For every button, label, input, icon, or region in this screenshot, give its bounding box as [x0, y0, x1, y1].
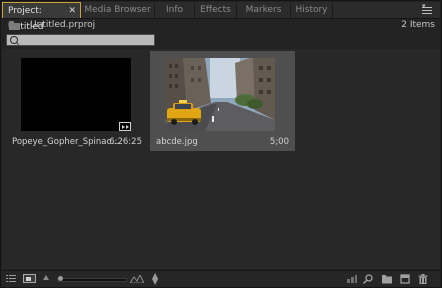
clear-icon[interactable]	[418, 274, 428, 284]
clip-name: abcde.jpg	[156, 137, 198, 147]
zoom-out-icon[interactable]	[43, 275, 49, 280]
clip-item[interactable]: Popeye_Gopher_Spinac... 6:26:25	[6, 51, 148, 151]
find-icon[interactable]	[363, 274, 373, 284]
clip-item-selected[interactable]: abcde.jpg 5;00	[150, 51, 295, 151]
tab-media-browser-label: Media Browser	[84, 5, 151, 15]
project-file-name: Untitled.prproj	[30, 20, 96, 30]
clip-thumbnail	[21, 58, 131, 131]
tab-info-label: Info	[165, 5, 184, 15]
clip-duration: 6:26:25	[109, 137, 142, 147]
list-view-icon[interactable]	[6, 274, 17, 284]
tab-history[interactable]: History	[291, 2, 333, 18]
new-bin-icon[interactable]	[382, 274, 392, 284]
close-icon[interactable]: ✕	[68, 3, 76, 19]
folder-icon	[9, 21, 20, 30]
clip-name: Popeye_Gopher_Spinac...	[12, 137, 120, 147]
item-count: 2 Items	[401, 20, 435, 30]
icon-view-icon[interactable]	[23, 274, 36, 283]
zoom-slider-knob[interactable]	[58, 276, 63, 281]
automate-to-sequence-icon[interactable]	[347, 274, 357, 284]
city-street-image	[165, 58, 275, 131]
project-items-area: Popeye_Gopher_Spinac... 6:26:25 abcde.jp…	[2, 49, 440, 269]
new-item-icon[interactable]	[400, 274, 410, 284]
clip-duration: 5;00	[269, 137, 289, 147]
zoom-in-icon[interactable]	[130, 275, 144, 283]
search-input[interactable]	[20, 35, 150, 45]
sort-icon[interactable]: ▲ ▼	[152, 272, 158, 286]
panel-menu-icon[interactable]: ▾	[420, 2, 434, 15]
project-panel: Project: Untitled ✕ Media Browser Info E…	[0, 0, 442, 288]
zoom-slider[interactable]	[57, 276, 127, 282]
tab-effects-label: Effects	[200, 5, 231, 15]
tab-info[interactable]: Info	[155, 2, 195, 18]
tab-effects[interactable]: Effects	[195, 2, 237, 18]
search-icon	[10, 36, 18, 44]
tab-markers[interactable]: Markers	[237, 2, 291, 18]
image-thumbnail	[165, 58, 275, 131]
tab-markers-label: Markers	[245, 5, 282, 15]
search-field[interactable]	[6, 34, 155, 46]
project-header: Untitled.prproj 2 Items	[6, 20, 436, 34]
panel-footer: ▲ ▼	[2, 270, 440, 287]
panel-tab-bar: Project: Untitled ✕ Media Browser Info E…	[2, 2, 440, 32]
sequence-icon	[119, 122, 131, 131]
tab-project[interactable]: Project: Untitled ✕	[2, 2, 81, 32]
tab-history-label: History	[295, 5, 328, 15]
tab-media-browser[interactable]: Media Browser	[81, 2, 155, 18]
